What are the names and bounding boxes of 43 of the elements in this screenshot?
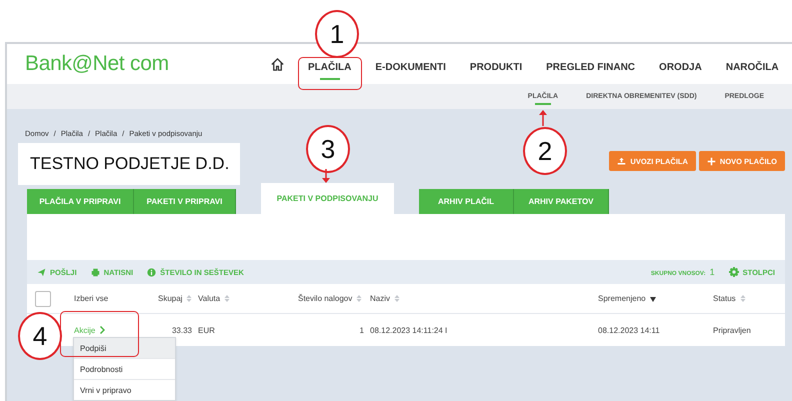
home-icon[interactable] xyxy=(270,56,285,72)
table-cell: 1 xyxy=(360,326,364,334)
column-header[interactable]: Skupaj xyxy=(158,294,182,303)
table-cell: 33.33 xyxy=(172,326,192,334)
nav-item[interactable]: PREGLED FINANC xyxy=(546,62,636,80)
count-value: 1 xyxy=(710,267,715,277)
chevron-icon xyxy=(100,326,106,334)
down-arrow xyxy=(322,169,330,183)
printer-icon xyxy=(90,268,100,276)
nav-item[interactable]: E-DOKUMENTI xyxy=(375,62,446,80)
table-cell: Pripravljen xyxy=(713,326,751,334)
menu-item[interactable]: Vrni v pripravo xyxy=(74,380,175,400)
highlight-frame xyxy=(298,57,362,90)
column-header[interactable]: Število nalogov xyxy=(298,294,352,303)
column-header: Izberi vse xyxy=(74,294,108,303)
sort-icon[interactable] xyxy=(356,295,362,302)
column-header[interactable]: Spremenjeno xyxy=(598,294,646,303)
nav-item[interactable]: ORODJA xyxy=(659,62,702,80)
checkbox[interactable] xyxy=(35,290,51,306)
up-arrow xyxy=(539,110,547,126)
nav-item[interactable]: PLAČILA xyxy=(308,62,352,80)
step-number: 1 xyxy=(315,10,359,58)
upload-icon xyxy=(617,156,626,166)
sort-icon[interactable] xyxy=(394,295,400,302)
info-icon xyxy=(147,268,156,276)
table-cell: EUR xyxy=(198,326,215,334)
nav-item[interactable]: PRODUKTI xyxy=(470,62,522,80)
sort-icon[interactable] xyxy=(740,295,746,302)
menu-item[interactable]: Podrobnosti xyxy=(74,359,175,380)
sort-icon[interactable] xyxy=(186,295,192,302)
company-name: TESTNO PODJETJE D.D. xyxy=(18,143,240,185)
table-cell: 08.12.2023 14:11:24 I xyxy=(370,326,448,334)
column-header[interactable]: Valuta xyxy=(198,294,220,303)
menu-item[interactable]: Podpiši xyxy=(74,338,175,359)
nav-item[interactable]: NAROČILA xyxy=(726,62,779,80)
column-header[interactable]: Status xyxy=(713,294,736,303)
plus-icon xyxy=(706,156,716,166)
gear-icon xyxy=(728,267,739,277)
column-header[interactable]: Naziv xyxy=(370,294,390,303)
paper-plane-icon xyxy=(37,268,46,276)
sort-down-icon[interactable] xyxy=(650,295,656,302)
sort-icon[interactable] xyxy=(224,295,230,302)
table-cell: 08.12.2023 14:11 xyxy=(598,326,660,334)
